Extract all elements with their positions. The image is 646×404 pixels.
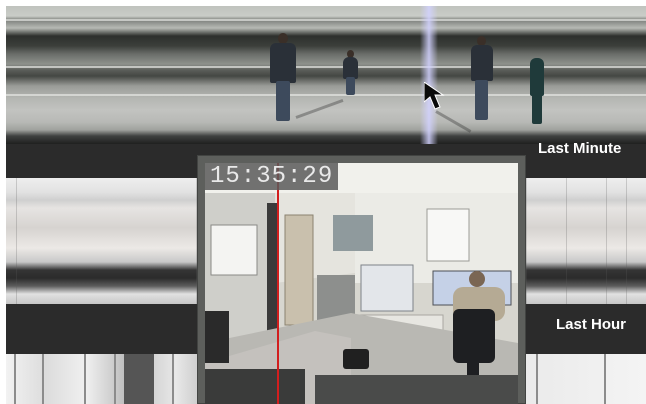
office-scene	[205, 163, 518, 404]
person-shadow	[295, 98, 344, 119]
last-minute-label: Last Minute	[538, 140, 622, 157]
strip-line	[6, 19, 646, 21]
video-preview-popup[interactable]: 15:35:29	[197, 155, 526, 404]
strip-line	[6, 94, 646, 96]
video-timestamp: 15:35:29	[205, 163, 339, 190]
strip-line	[6, 66, 646, 68]
camera-frame[interactable]: 15:35:29	[205, 163, 518, 404]
person-shadow	[435, 110, 472, 133]
playhead-marker[interactable]	[420, 6, 438, 144]
last-hour-label: Last Hour	[556, 316, 627, 333]
last-minute-timeline-strip[interactable]	[6, 6, 646, 144]
arrow-pointer-icon	[424, 82, 445, 110]
